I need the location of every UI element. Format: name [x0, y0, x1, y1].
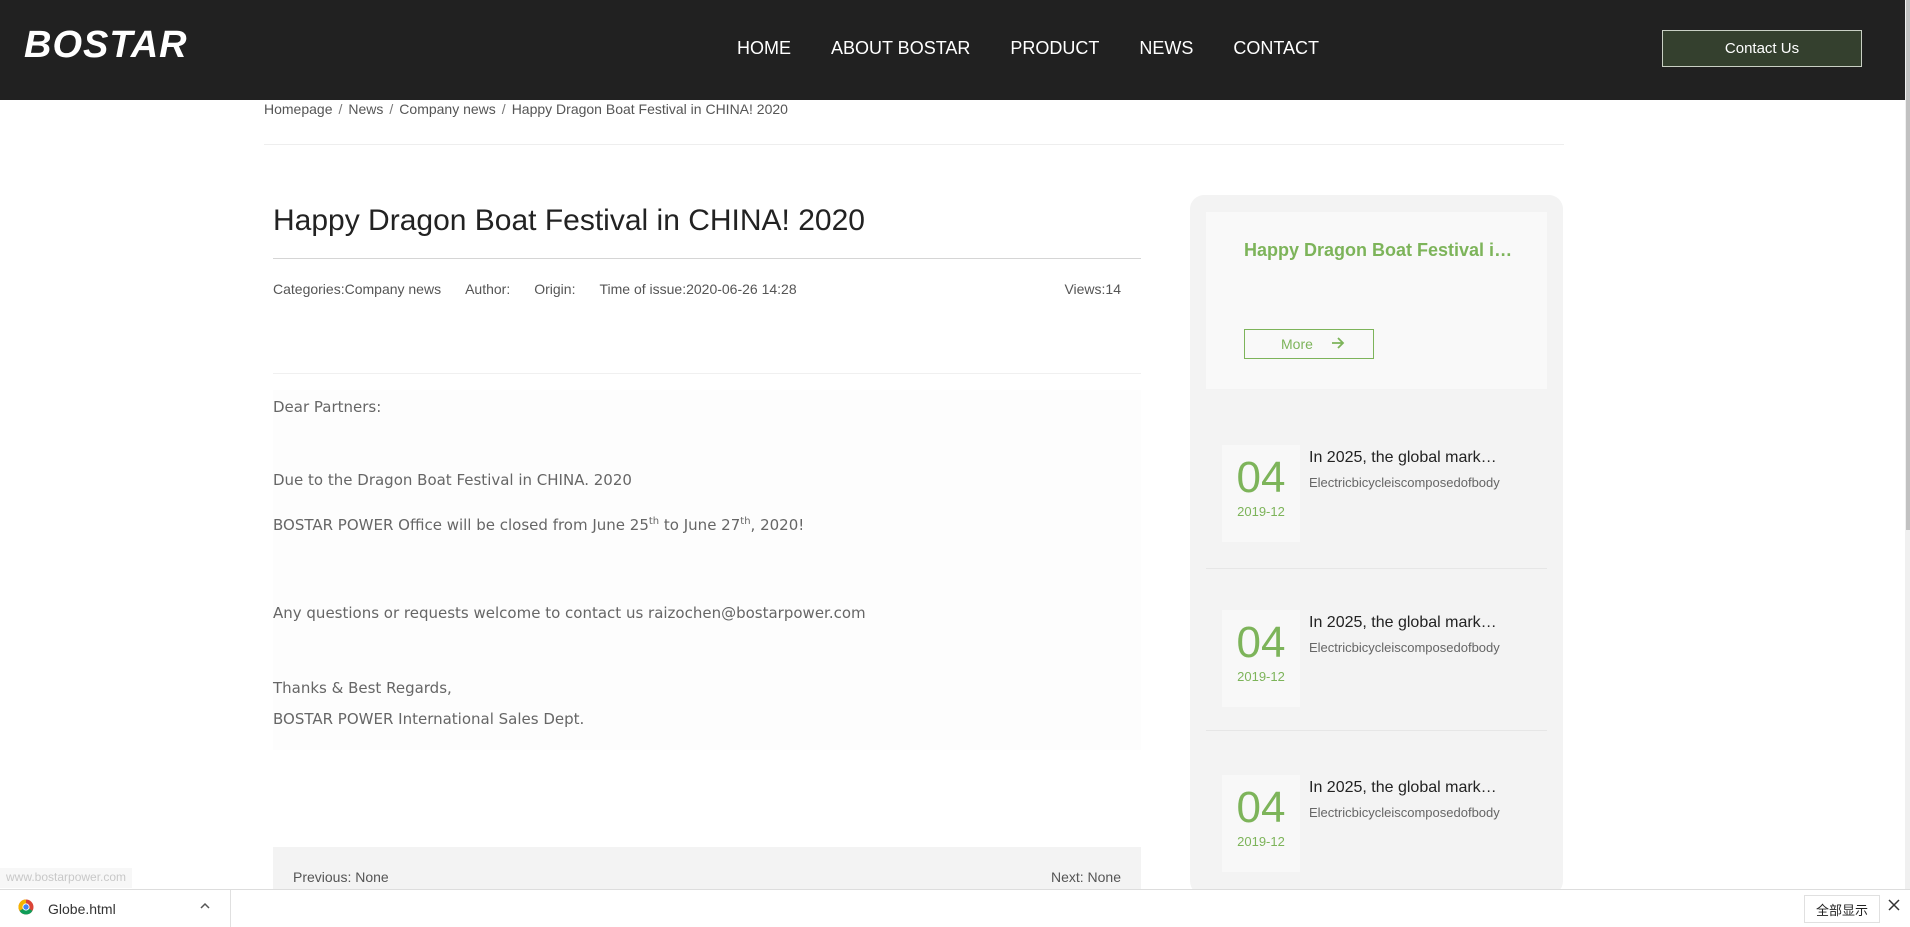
article-meta: Categories:Company news Author: Origin: …	[273, 281, 1121, 297]
breadcrumb-separator: /	[338, 101, 343, 117]
news-divider	[1206, 568, 1547, 569]
body-text: to June 27	[659, 516, 741, 534]
status-url: www.bostarpower.com	[0, 868, 133, 888]
nav-product[interactable]: PRODUCT	[1010, 38, 1099, 59]
download-filename: Globe.html	[48, 900, 116, 917]
next-link[interactable]: Next: None	[1051, 869, 1121, 885]
site-logo[interactable]: BOSTAR	[24, 24, 188, 67]
body-line: BOSTAR POWER Office will be closed from …	[273, 516, 804, 534]
nav-about[interactable]: ABOUT BOSTAR	[831, 38, 970, 59]
news-day: 04	[1236, 618, 1286, 667]
news-year-month: 2019-12	[1237, 669, 1285, 684]
article-body: Dear Partners: Due to the Dragon Boat Fe…	[273, 390, 1141, 750]
breadcrumb-separator: /	[389, 101, 394, 117]
news-day: 04	[1236, 453, 1286, 502]
download-bar: Globe.html 全部显示	[0, 889, 1910, 927]
body-line: Due to the Dragon Boat Festival in CHINA…	[273, 471, 632, 489]
news-day: 04	[1236, 783, 1286, 832]
previous-link[interactable]: Previous: None	[293, 869, 389, 885]
news-title[interactable]: In 2025, the global market for electric …	[1309, 614, 1504, 632]
news-title[interactable]: In 2025, the global market for electric …	[1309, 449, 1504, 467]
news-desc: Electricbicycleiscomposedofbody	[1309, 805, 1500, 820]
download-divider	[230, 890, 231, 927]
news-date: 04 2019-12	[1222, 775, 1300, 872]
breadcrumb-separator: /	[501, 101, 506, 117]
news-item[interactable]: 04 2019-12 In 2025, the global market fo…	[1206, 610, 1547, 760]
breadcrumb-news[interactable]: News	[348, 101, 383, 117]
chevron-up-icon[interactable]	[199, 899, 211, 915]
news-desc: Electricbicycleiscomposedofbody	[1309, 475, 1500, 490]
more-label: More	[1281, 336, 1313, 352]
news-divider	[1206, 730, 1547, 731]
news-desc: Electricbicycleiscomposedofbody	[1309, 640, 1500, 655]
news-title[interactable]: In 2025, the global market for electric …	[1309, 779, 1504, 797]
body-superscript: th	[648, 516, 660, 527]
body-greeting: Dear Partners:	[273, 398, 382, 416]
nav-home[interactable]: HOME	[737, 38, 791, 59]
body-line: Any questions or requests welcome to con…	[273, 604, 866, 622]
nav-news[interactable]: NEWS	[1139, 38, 1193, 59]
chrome-icon	[18, 899, 34, 918]
arrow-right-icon	[1331, 336, 1345, 352]
download-item[interactable]: Globe.html	[18, 899, 116, 918]
meta-views: Views:14	[1064, 281, 1121, 297]
nav-contact[interactable]: CONTACT	[1233, 38, 1319, 59]
meta-divider	[273, 373, 1141, 374]
meta-time: Time of issue:2020-06-26 14:28	[599, 281, 797, 297]
main-nav: HOME ABOUT BOSTAR PRODUCT NEWS CONTACT	[737, 38, 1359, 59]
breadcrumb-homepage[interactable]: Homepage	[264, 101, 333, 117]
scrollbar-thumb[interactable]	[1906, 0, 1910, 530]
title-divider	[273, 258, 1141, 259]
body-line: Thanks & Best Regards,	[273, 679, 452, 697]
body-line: BOSTAR POWER International Sales Dept.	[273, 710, 585, 728]
featured-title[interactable]: Happy Dragon Boat Festival in CHINA! 202…	[1244, 240, 1514, 261]
body-superscript: th	[740, 516, 751, 527]
body-text: BOSTAR POWER Office will be closed from …	[273, 516, 649, 534]
show-all-button[interactable]: 全部显示	[1804, 895, 1880, 923]
body-text: , 2020!	[750, 516, 805, 534]
close-icon[interactable]	[1888, 898, 1900, 916]
news-year-month: 2019-12	[1237, 504, 1285, 519]
more-button[interactable]: More	[1244, 329, 1374, 359]
meta-origin: Origin:	[534, 281, 576, 297]
contact-us-button[interactable]: Contact Us	[1662, 30, 1862, 67]
breadcrumb-divider	[264, 144, 1564, 145]
article-title: Happy Dragon Boat Festival in CHINA! 202…	[273, 204, 865, 237]
news-item[interactable]: 04 2019-12 In 2025, the global market fo…	[1206, 445, 1547, 595]
meta-author: Author:	[465, 281, 511, 297]
news-year-month: 2019-12	[1237, 834, 1285, 849]
breadcrumb-current: Happy Dragon Boat Festival in CHINA! 202…	[511, 101, 788, 117]
news-date: 04 2019-12	[1222, 610, 1300, 707]
meta-category: Categories:Company news	[273, 281, 442, 297]
featured-card	[1206, 212, 1547, 389]
page: BOSTAR HOME ABOUT BOSTAR PRODUCT NEWS CO…	[0, 0, 1910, 927]
site-header: BOSTAR HOME ABOUT BOSTAR PRODUCT NEWS CO…	[0, 0, 1905, 100]
breadcrumb-company-news[interactable]: Company news	[399, 101, 496, 117]
news-date: 04 2019-12	[1222, 445, 1300, 542]
breadcrumb: Homepage / News / Company news / Happy D…	[264, 101, 788, 117]
